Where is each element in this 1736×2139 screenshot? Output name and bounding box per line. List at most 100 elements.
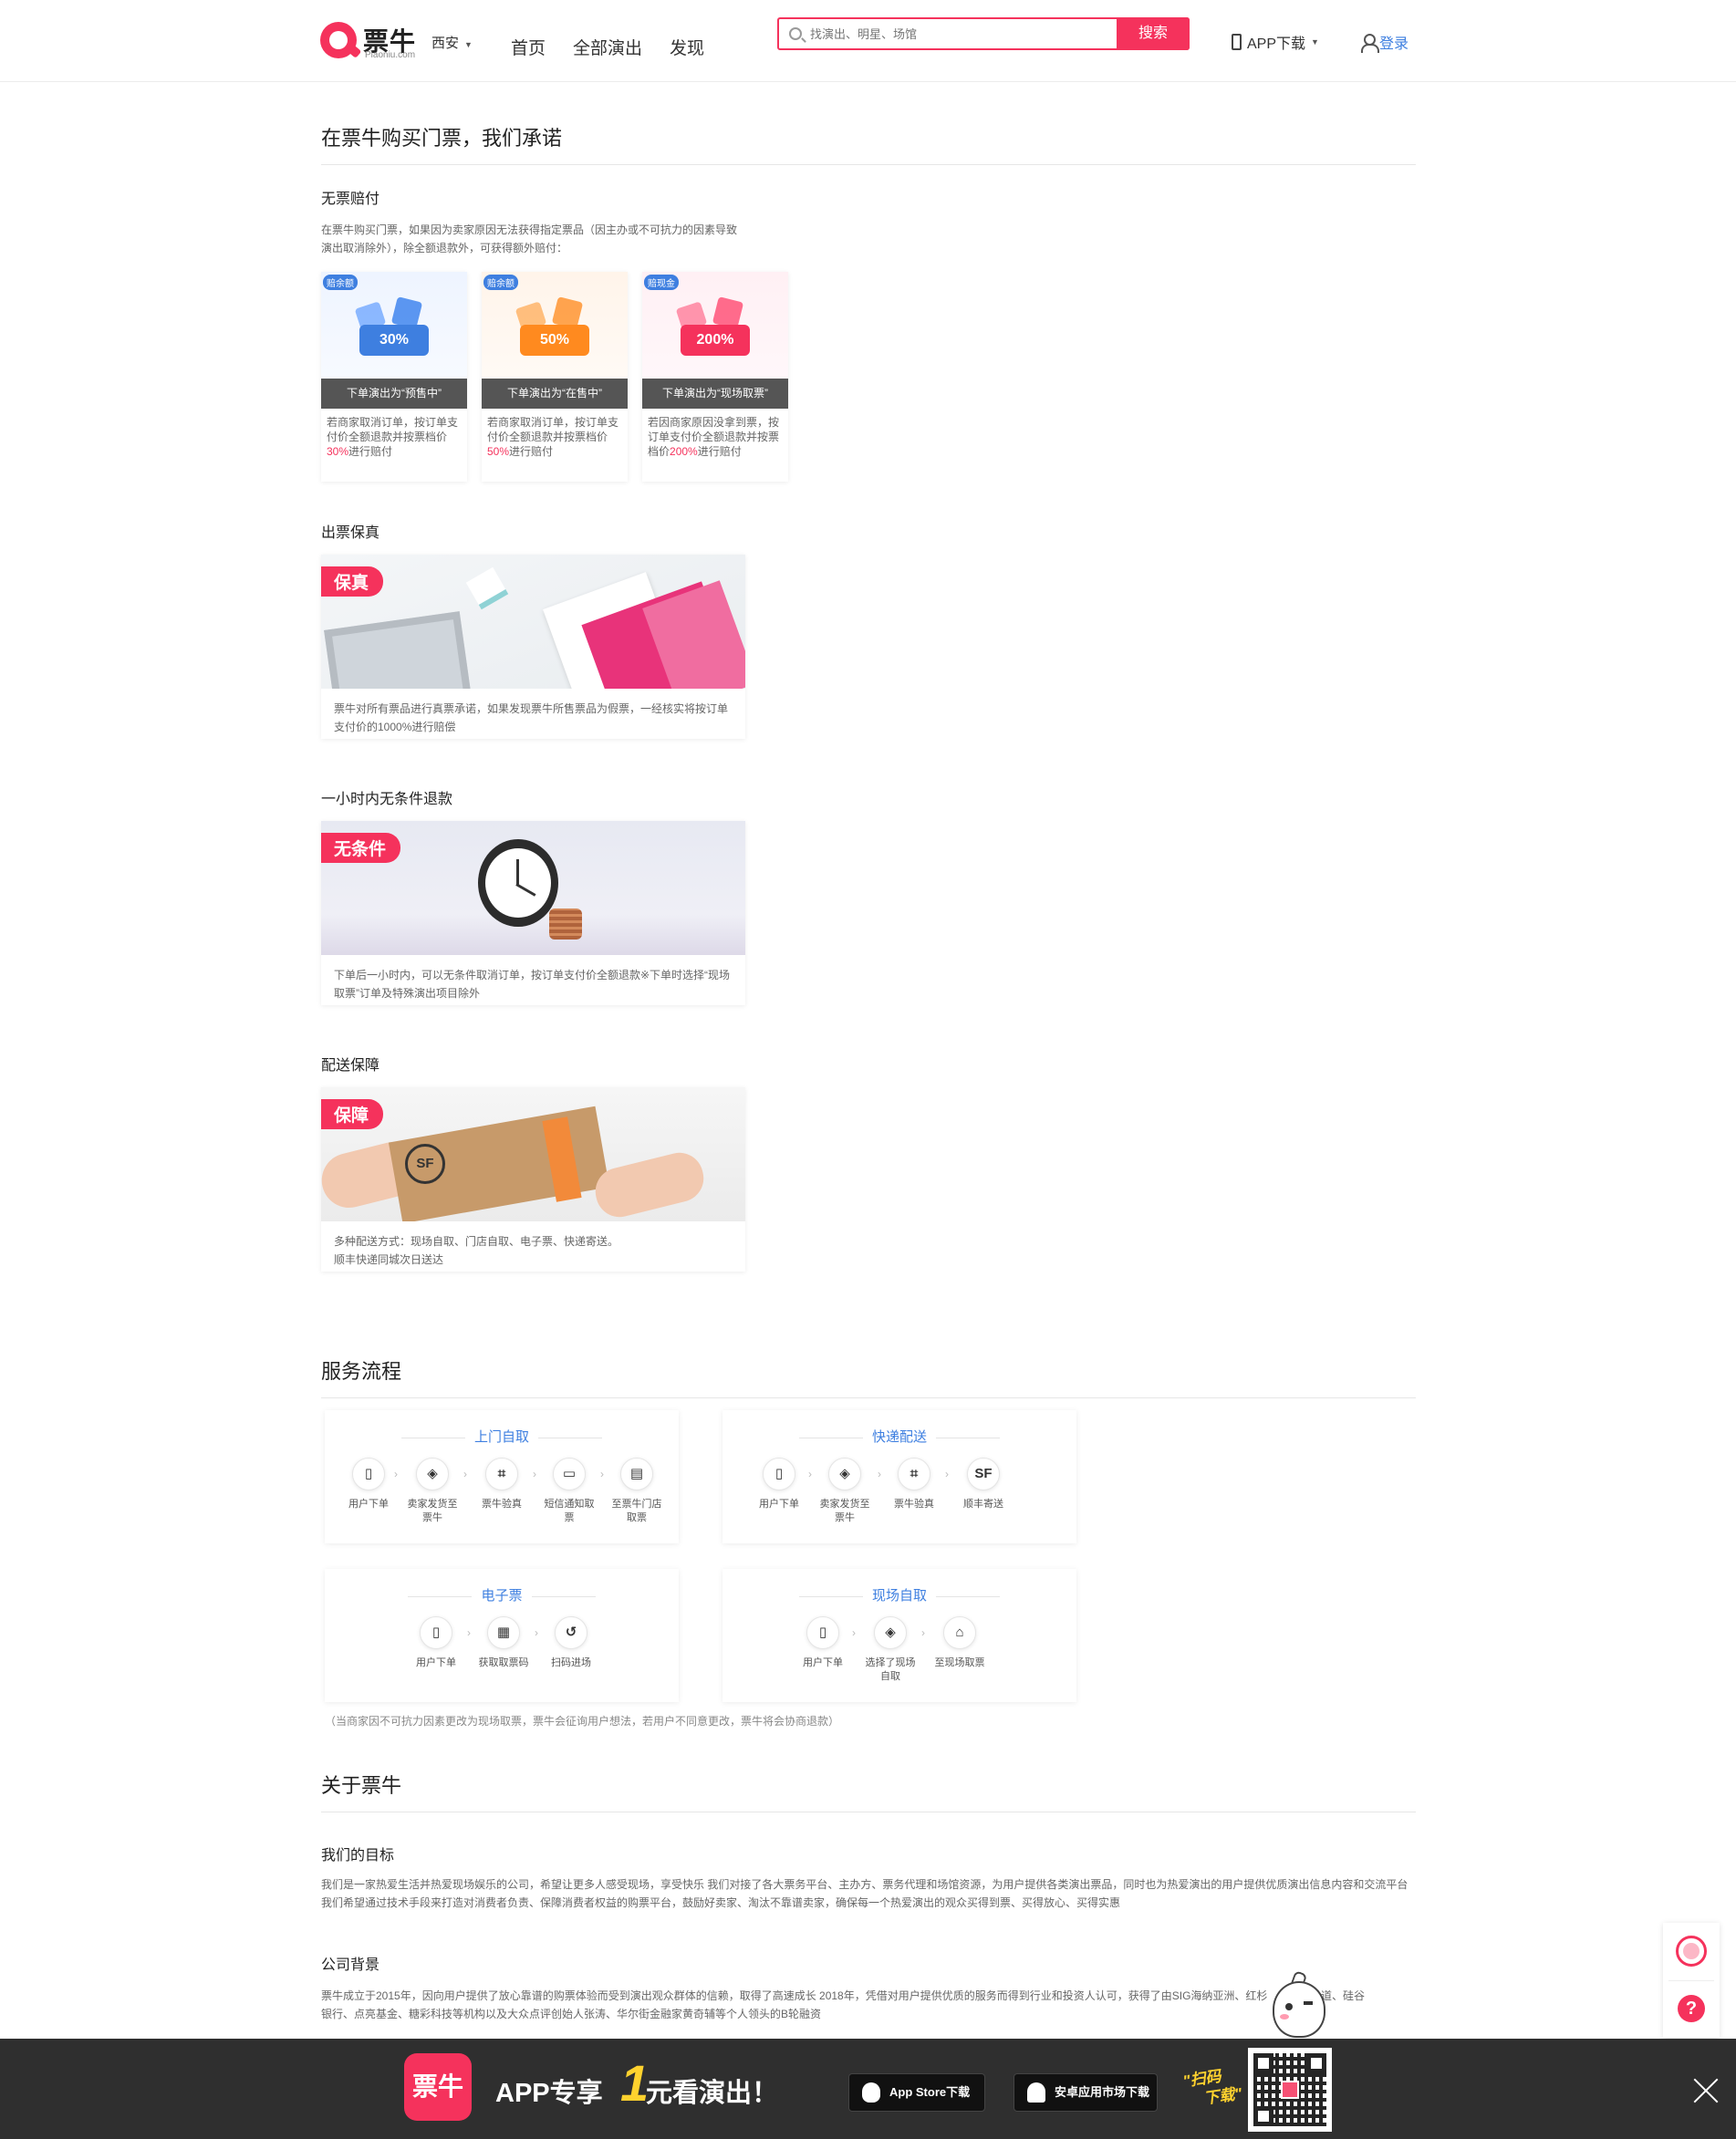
nav-discover[interactable]: 发现: [670, 35, 704, 59]
refund-card: 无条件 下单后一小时内，可以无条件取消订单，按订单支付价全额退款※下单时选择“现…: [321, 821, 745, 1005]
city-selector[interactable]: 西安 ▼: [431, 33, 473, 52]
compensation-badge: 赔余额: [323, 275, 358, 290]
nav-all-shows[interactable]: 全部演出: [573, 35, 642, 59]
app-store-button[interactable]: App Store下载: [848, 2073, 985, 2112]
city-label: 西安: [431, 36, 460, 51]
flow-step: ◈ 卖家发货至票牛: [819, 1458, 870, 1525]
store-icon: ▤: [620, 1458, 653, 1490]
flow-step: ▦ 获取取票码: [478, 1616, 529, 1670]
delivery-desc: 多种配送方式：现场自取、门店自取、电子票、快递寄送。 顺丰快递同城次日送达: [334, 1235, 619, 1266]
delivery-photo: SF 保障: [321, 1087, 745, 1221]
flow-step: ▭ 短信通知取票: [544, 1458, 595, 1525]
compensation-condition: 下单演出为“预售中”: [321, 379, 467, 409]
phone-order-icon: ▯: [806, 1616, 839, 1649]
flow-step: ↺ 扫码进场: [546, 1616, 597, 1670]
help-icon[interactable]: ?: [1678, 1995, 1705, 2022]
no-ticket-title: 无票赔付: [321, 192, 380, 207]
apple-icon: [862, 2082, 880, 2103]
login-link[interactable]: 登录: [1361, 31, 1409, 53]
app-promo-banner: 票牛 APP专享 1 元看演出！ App Store下载 安卓应用市场下载 "扫…: [0, 2039, 1736, 2139]
flow-step: SF 顺丰寄送: [958, 1458, 1009, 1511]
phone-order-icon: ▯: [420, 1616, 452, 1649]
flow-step: ▤ 至票牛门店取票: [611, 1458, 662, 1525]
refund-desc: 下单后一小时内，可以无条件取消订单，按订单支付价全额退款※下单时选择“现场取票”…: [334, 969, 731, 1000]
customer-service-icon[interactable]: [1676, 1936, 1707, 1967]
compensation-card-onsite: 赔现金 200% 下单演出为“现场取票” 若因商家原因没拿到票，按订单支付价全额…: [642, 272, 788, 482]
background-title: 公司背景: [321, 1957, 380, 1973]
app-download-menu[interactable]: APP下载 ▼: [1232, 31, 1319, 53]
search-input[interactable]: [810, 19, 1111, 48]
close-icon[interactable]: [1691, 2076, 1720, 2105]
service-section-title: 服务流程: [321, 1355, 1416, 1398]
piaoniu-logo[interactable]: 票牛 Piaoniu.com: [320, 20, 421, 62]
chevron-right-icon: ›: [533, 1468, 536, 1480]
compensation-badge: 赔现金: [644, 275, 679, 290]
venue-icon: ⌂: [943, 1616, 976, 1649]
wallet-illustration: 赔余额 30%: [321, 272, 467, 379]
compensation-badge: 赔余额: [483, 275, 518, 290]
caret-down-icon: ▼: [464, 40, 473, 49]
compensation-card-presale: 赔余额 30% 下单演出为“预售中” 若商家取消订单，按订单支付价全额退款并按票…: [321, 272, 467, 482]
chevron-right-icon: ›: [945, 1468, 949, 1480]
logo-subtext: Piaoniu.com: [365, 50, 416, 60]
download-qrcode: [1248, 2048, 1332, 2132]
chevron-right-icon: ›: [463, 1468, 467, 1480]
flow-title: 快递配送: [722, 1427, 1076, 1446]
chevron-right-icon: ›: [808, 1468, 812, 1480]
main-nav: 首页 全部演出 发现: [511, 35, 704, 59]
refund-tag: 无条件: [321, 833, 401, 863]
user-icon: [1361, 34, 1379, 53]
flow-step: ⌗ 票牛验真: [889, 1458, 940, 1511]
scan-icon: ⌗: [485, 1458, 518, 1490]
box-icon: ◈: [874, 1616, 907, 1649]
android-store-button[interactable]: 安卓应用市场下载: [1014, 2073, 1158, 2112]
flow-step: ◈ 卖家发货至票牛: [407, 1458, 458, 1525]
flow-card-onsite: 现场自取 ▯ 用户下单 › ◈ 选择了现场自取 › ⌂ 至现场取票: [722, 1569, 1076, 1702]
phone-icon: [1232, 34, 1242, 50]
compensation-condition: 下单演出为“现场取票”: [642, 379, 788, 409]
flow-card-pickup: 上门自取 ▯ 用户下单 › ◈ 卖家发货至票牛 › ⌗ 票牛验真 › ▭ 短信通知取票 …: [325, 1410, 679, 1543]
genuine-title: 出票保真: [321, 525, 380, 541]
chevron-right-icon: ›: [921, 1626, 925, 1639]
flow-card-express: 快递配送 ▯ 用户下单 › ◈ 卖家发货至票牛 › ⌗ 票牛验真 › SF 顺丰寄送: [722, 1410, 1076, 1543]
search-box: 搜索: [777, 17, 1190, 50]
chevron-right-icon: ›: [878, 1468, 881, 1480]
chevron-right-icon: ›: [394, 1468, 398, 1480]
compensation-percent: 200%: [681, 325, 750, 356]
no-ticket-desc: 在票牛购买门票，如果因为卖家原因无法获得指定票品（因主办或不可抗力的因素导致 演…: [321, 223, 738, 254]
compensation-percent: 50%: [520, 325, 589, 356]
nav-home[interactable]: 首页: [511, 35, 546, 59]
refund-title: 一小时内无条件退款: [321, 792, 453, 807]
app-download-label: APP下载: [1247, 36, 1306, 52]
compensation-desc: 若商家取消订单，按订单支付价全额退款并按票档价30%进行赔付: [327, 416, 459, 458]
wallet-illustration: 赔余额 50%: [482, 272, 628, 379]
floating-toolbar: ?: [1663, 1923, 1720, 2038]
chevron-right-icon: ›: [600, 1468, 604, 1480]
search-icon: [789, 27, 802, 40]
flow-step: ▯ 用户下单: [797, 1616, 848, 1670]
genuine-tag: 保真: [321, 566, 384, 597]
banner-logo: 票牛: [404, 2053, 472, 2121]
qrcode-icon: ▦: [487, 1616, 520, 1649]
top-header: 票牛 Piaoniu.com 西安 ▼ 首页 全部演出 发现 搜索 APP下载 ▼…: [0, 0, 1736, 82]
compensation-desc: 若因商家原因没拿到票，按订单支付价全额退款并按票档价200%进行赔付: [648, 416, 780, 458]
mascot-icon: [1265, 1970, 1333, 2045]
flow-step: ▯ 用户下单: [411, 1616, 462, 1670]
box-icon: ◈: [416, 1458, 449, 1490]
flow-title: 电子票: [325, 1585, 679, 1604]
sf-icon: SF: [967, 1458, 1000, 1490]
search-button[interactable]: 搜索: [1117, 17, 1190, 50]
flow-step: ▯ 用户下单: [343, 1458, 394, 1511]
phone-order-icon: ▯: [763, 1458, 795, 1490]
compensation-desc: 若商家取消订单，按订单支付价全额退款并按票档价50%进行赔付: [487, 416, 619, 458]
goal-title: 我们的目标: [321, 1848, 395, 1864]
box-icon: ◈: [828, 1458, 861, 1490]
login-label: 登录: [1379, 36, 1409, 52]
chevron-right-icon: ›: [852, 1626, 856, 1639]
scan-download-text: "扫码 下载": [1181, 2067, 1243, 2108]
wallet-illustration: 赔现金 200%: [642, 272, 788, 379]
flow-title: 上门自取: [325, 1427, 679, 1446]
genuine-photo: 保真: [321, 555, 745, 689]
banner-promo-text: 元看演出！: [646, 2079, 779, 2108]
flow-step: ▯ 用户下单: [754, 1458, 805, 1511]
